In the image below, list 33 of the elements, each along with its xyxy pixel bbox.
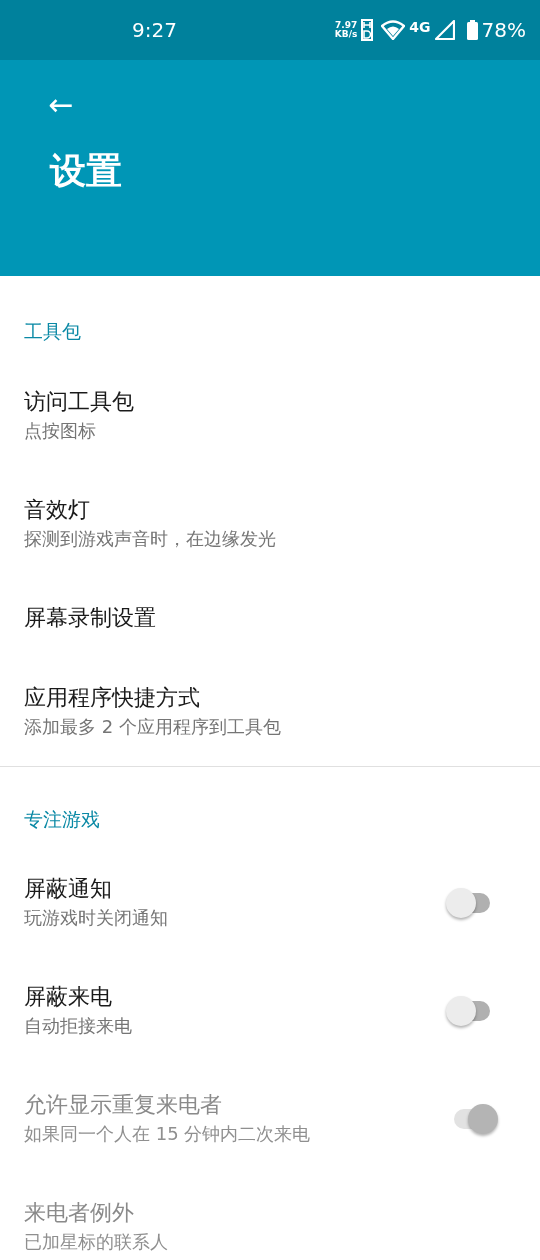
item-title: 音效灯 [24,495,91,524]
settings-item[interactable]: 应用程序快捷方式 添加最多 2 个应用程序到工具包 [0,657,540,766]
item-subtitle: 自动拒接来电 [24,1014,133,1038]
network-type: 4G [409,18,431,37]
signal-icon [434,20,455,40]
hd-icon [361,19,374,41]
item-subtitle: 玩游戏时关闭通知 [24,906,169,930]
battery-percent: 78% [481,17,526,44]
settings-item[interactable]: 屏幕录制设置 [0,577,540,658]
page-title: 设置 [50,149,123,193]
speed-unit: KB/s [334,30,358,39]
item-subtitle: 如果同一个人在 15 分钟内二次来电 [24,1122,312,1146]
settings-item[interactable]: 音效灯 探测到游戏声音时，在边缘发光 [0,469,540,578]
settings-item[interactable]: 屏蔽来电 自动拒接来电 [0,957,540,1065]
item-title: 允许显示重复来电者 [24,1091,223,1119]
speed-value: 7.97 [334,21,358,30]
clock-time: 9:27 [132,17,177,44]
item-subtitle: 探测到游戏声音时，在边缘发光 [24,526,277,551]
item-title: 访问工具包 [24,387,135,416]
section-title: 专注游戏 [23,806,101,832]
item-title: 屏幕录制设置 [24,603,157,632]
settings-item[interactable]: 访问工具包 点按图标 [0,361,540,470]
item-subtitle: 已加星标的联系人 [24,1230,169,1254]
item-title: 屏蔽来电 [24,983,113,1011]
item-subtitle: 添加最多 2 个应用程序到工具包 [24,714,282,739]
item-title: 来电者例外 [24,1199,135,1227]
item-title: 屏蔽通知 [24,875,113,903]
item-title: 应用程序快捷方式 [24,683,201,712]
settings-item[interactable]: 屏蔽通知 玩游戏时关闭通知 [0,849,540,957]
wifi-icon [381,20,406,40]
item-subtitle: 点按图标 [24,418,97,443]
battery-icon [466,20,478,40]
section-title: 工具包 [23,319,82,344]
